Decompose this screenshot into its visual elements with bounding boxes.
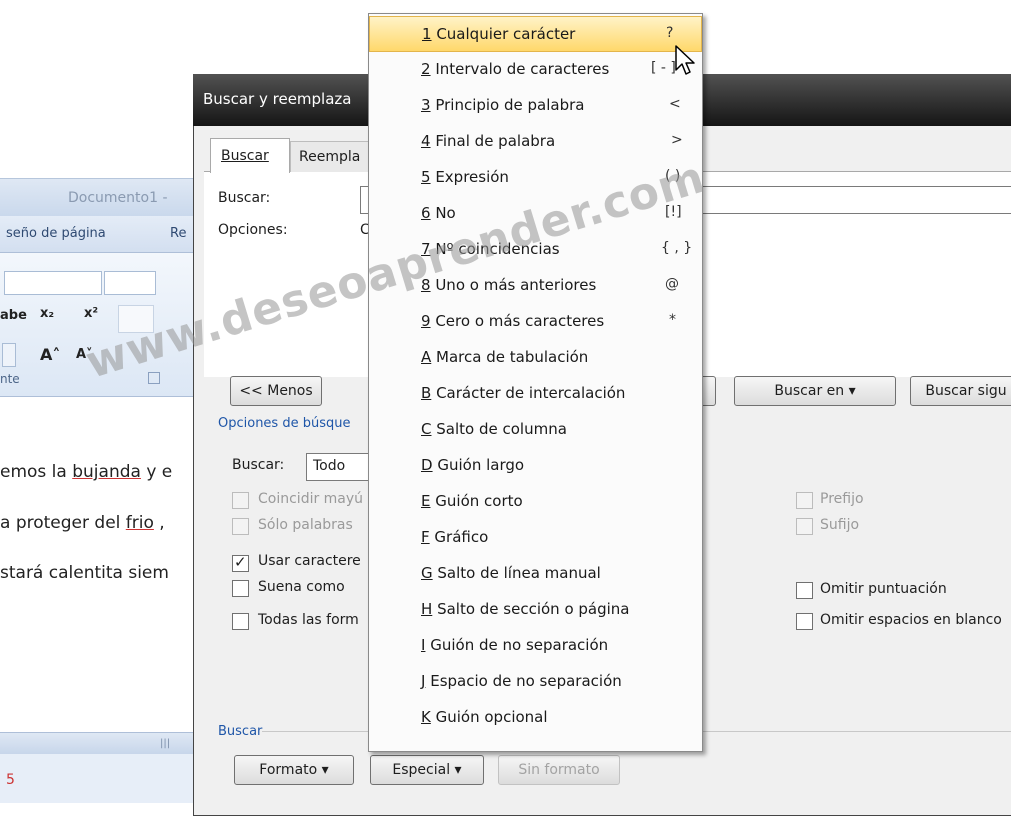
- document-line: a proteger del frio ,: [0, 513, 165, 533]
- word-status-bar: 5: [0, 754, 205, 803]
- sounds-like-checkbox[interactable]: [232, 580, 249, 597]
- find-group-label: Buscar: [218, 724, 263, 739]
- font-size-dropdown[interactable]: [104, 271, 156, 295]
- strikethrough-icon[interactable]: abe: [0, 308, 27, 323]
- tab-references[interactable]: Re: [170, 226, 186, 241]
- word-document-title: Documento1 -: [68, 190, 168, 206]
- use-wildcards-label: Usar caractere: [258, 553, 361, 569]
- menu-item[interactable]: 4 Final de palabra >: [369, 124, 702, 160]
- subscript-icon[interactable]: x₂: [40, 306, 54, 321]
- ribbon-group-label: nte: [0, 372, 20, 386]
- less-button[interactable]: << Menos: [230, 376, 322, 406]
- menu-item[interactable]: F Gráfico: [369, 520, 702, 556]
- dialog-title: Buscar y reemplaza: [203, 90, 352, 108]
- whole-words-checkbox[interactable]: [232, 518, 249, 535]
- use-wildcards-checkbox[interactable]: ✓: [232, 553, 249, 572]
- tab-replace[interactable]: Reempla: [290, 141, 372, 172]
- menu-item[interactable]: A Marca de tabulación: [369, 340, 702, 376]
- search-options-header: Opciones de búsque: [218, 416, 351, 431]
- grow-font-icon[interactable]: A˄: [40, 345, 60, 364]
- check-icon: ✓: [234, 553, 247, 571]
- scroll-thumb-icon[interactable]: |||: [160, 738, 190, 750]
- menu-item[interactable]: 2 Intervalo de caracteres [ - ]: [369, 52, 702, 88]
- document-line: emos la bujanda y e: [0, 462, 173, 482]
- search-direction-label: Buscar:: [232, 457, 285, 473]
- word-title-bar: Documento1 -: [0, 178, 205, 217]
- tab-replace-label: Reempla: [299, 149, 361, 165]
- prefix-label: Prefijo: [820, 491, 864, 507]
- menu-item[interactable]: 9 Cero o más caracteres *: [369, 304, 702, 340]
- tab-find[interactable]: Buscar: [210, 138, 290, 173]
- find-label: Buscar:: [218, 190, 271, 206]
- prefix-checkbox[interactable]: [796, 492, 813, 509]
- suffix-label: Sufijo: [820, 517, 860, 533]
- ignore-spaces-checkbox[interactable]: [796, 613, 813, 630]
- superscript-icon[interactable]: x²: [84, 306, 98, 321]
- all-word-forms-label: Todas las form: [258, 612, 359, 628]
- find-next-button[interactable]: Buscar sigu: [910, 376, 1011, 406]
- menu-item[interactable]: I Guión de no separación: [369, 628, 702, 664]
- menu-item[interactable]: D Guión largo: [369, 448, 702, 484]
- ignore-spaces-label: Omitir espacios en blanco: [820, 612, 1002, 628]
- font-name-dropdown[interactable]: [4, 271, 102, 295]
- tab-find-label: Buscar: [221, 148, 269, 164]
- menu-item[interactable]: G Salto de línea manual: [369, 556, 702, 592]
- match-case-checkbox[interactable]: [232, 492, 249, 509]
- special-button[interactable]: Especial ▾: [370, 755, 484, 785]
- search-in-button[interactable]: Buscar en ▾: [734, 376, 896, 406]
- mouse-pointer-icon: [675, 45, 695, 75]
- search-direction-select[interactable]: Todo: [306, 453, 374, 481]
- no-format-button[interactable]: Sin formato: [498, 755, 620, 785]
- menu-item[interactable]: E Guión corto: [369, 484, 702, 520]
- menu-item[interactable]: B Carácter de intercalación: [369, 376, 702, 412]
- tab-page-layout[interactable]: seño de página: [6, 226, 106, 241]
- menu-item[interactable]: H Salto de sección o página: [369, 592, 702, 628]
- search-direction-value: Todo: [313, 458, 346, 474]
- match-case-label: Coincidir mayú: [258, 491, 364, 507]
- ignore-punctuation-checkbox[interactable]: [796, 582, 813, 599]
- menu-item[interactable]: J Espacio de no separación: [369, 664, 702, 700]
- status-page-number: 5: [6, 772, 15, 788]
- dialog-launcher-icon[interactable]: [148, 372, 160, 384]
- options-label: Opciones:: [218, 222, 288, 238]
- word-ribbon-tabs: seño de página Re: [0, 216, 205, 253]
- menu-item[interactable]: 1 Cualquier carácter ?: [369, 16, 702, 52]
- menu-item[interactable]: C Salto de columna: [369, 412, 702, 448]
- whole-words-label: Sólo palabras: [258, 517, 353, 533]
- menu-item[interactable]: K Guión opcional: [369, 700, 702, 736]
- suffix-checkbox[interactable]: [796, 518, 813, 535]
- sounds-like-label: Suena como: [258, 579, 345, 595]
- format-button[interactable]: Formato ▾: [234, 755, 354, 785]
- menu-item[interactable]: 3 Principio de palabra <: [369, 88, 702, 124]
- special-menu: 1 Cualquier carácter ? 2 Intervalo de ca…: [368, 13, 703, 752]
- font-color-button[interactable]: [2, 343, 16, 367]
- all-word-forms-checkbox[interactable]: [232, 613, 249, 630]
- document-line: stará calentita siem: [0, 563, 169, 583]
- ignore-punctuation-label: Omitir puntuación: [820, 581, 947, 597]
